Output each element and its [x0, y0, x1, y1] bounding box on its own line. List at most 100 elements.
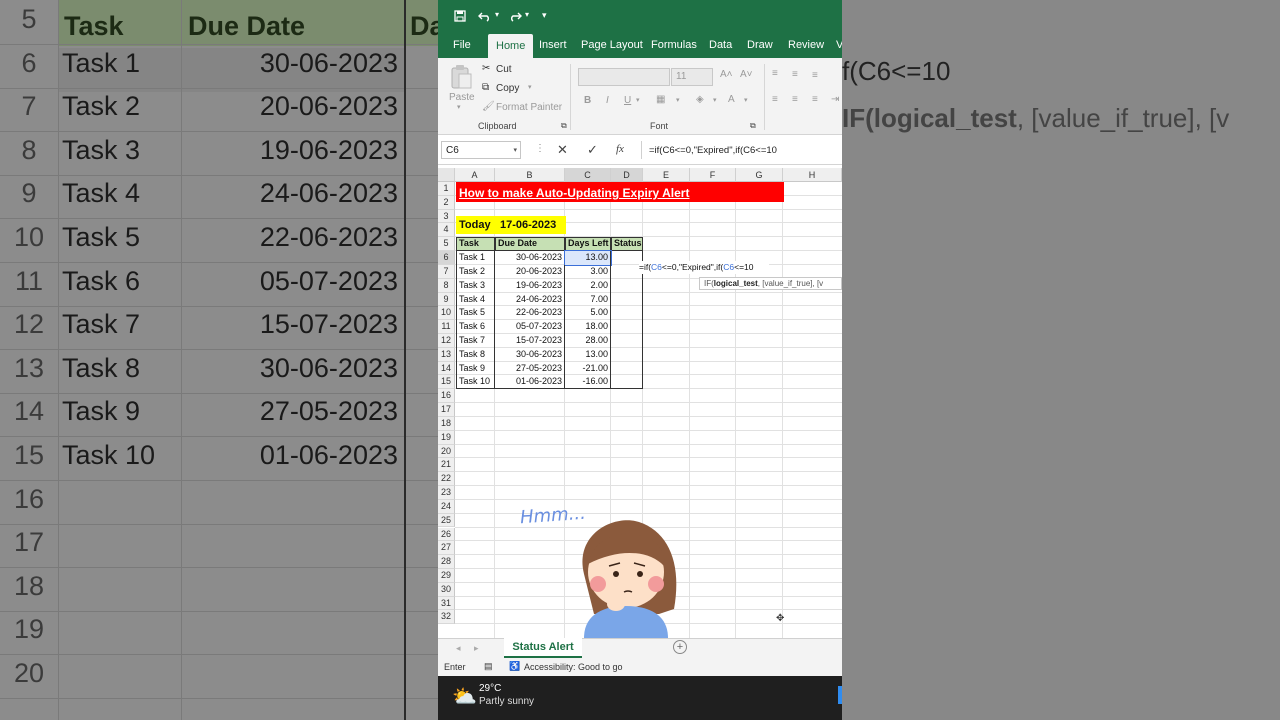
name-box[interactable]: C6 ▾	[441, 141, 521, 159]
task-name-cell[interactable]: Task 5	[456, 306, 495, 321]
cancel-entry-icon[interactable]: ✕	[557, 142, 568, 158]
days-left-cell[interactable]: 18.00	[565, 320, 611, 334]
redo-icon[interactable]	[508, 9, 522, 25]
status-cell[interactable]	[611, 320, 643, 334]
more-options-icon[interactable]: ⋮	[535, 143, 545, 154]
paste-dropdown-icon[interactable]: ▾	[457, 103, 461, 111]
due-date-cell[interactable]: 05-07-2023	[495, 320, 565, 334]
next-sheet-icon[interactable]: ▸	[474, 643, 479, 654]
cut-icon[interactable]: ✂	[482, 63, 490, 74]
table-header-cell[interactable]: Days Left	[565, 237, 611, 252]
italic-button[interactable]: I	[606, 95, 609, 106]
align-middle-icon[interactable]: ≡	[792, 69, 798, 80]
column-header-f[interactable]: F	[690, 168, 736, 182]
row-header-32[interactable]: 32	[438, 610, 455, 625]
status-cell[interactable]	[611, 292, 643, 307]
status-cell[interactable]	[611, 361, 643, 376]
row-header-30[interactable]: 30	[438, 582, 455, 597]
row-header-15[interactable]: 15	[438, 375, 455, 390]
macro-record-icon[interactable]: ▤	[484, 661, 493, 672]
task-name-cell[interactable]: Task 10	[456, 375, 495, 390]
borders-dropdown-icon[interactable]: ▾	[676, 96, 680, 104]
weather-icon[interactable]: ⛅	[452, 684, 477, 709]
row-header-19[interactable]: 19	[438, 430, 455, 445]
underline-button[interactable]: U	[624, 95, 631, 106]
underline-dropdown-icon[interactable]: ▾	[636, 96, 640, 104]
task-name-cell[interactable]: Task 8	[456, 347, 495, 362]
row-header-24[interactable]: 24	[438, 499, 455, 514]
days-left-cell[interactable]: 13.00	[565, 347, 611, 362]
tab-page-layout[interactable]: Page Layout	[581, 39, 643, 51]
days-left-cell[interactable]: 2.00	[565, 278, 611, 293]
sheet-tab-status-alert[interactable]: Status Alert	[504, 638, 582, 658]
row-header-26[interactable]: 26	[438, 527, 455, 542]
bold-button[interactable]: B	[584, 95, 591, 106]
due-date-cell[interactable]: 30-06-2023	[495, 251, 565, 265]
taskbar-app-indicator[interactable]	[838, 686, 842, 704]
prev-sheet-icon[interactable]: ◂	[456, 643, 461, 654]
align-left-icon[interactable]: ≡	[772, 94, 778, 105]
align-bottom-icon[interactable]: ≡	[812, 70, 818, 81]
fill-color-icon[interactable]: ◈	[696, 94, 704, 105]
select-all-corner[interactable]	[438, 168, 455, 182]
row-header-16[interactable]: 16	[438, 389, 455, 404]
due-date-cell[interactable]: 30-06-2023	[495, 347, 565, 362]
task-name-cell[interactable]: Task 2	[456, 264, 495, 279]
due-date-cell[interactable]: 01-06-2023	[495, 375, 565, 390]
save-icon[interactable]	[454, 9, 466, 25]
align-right-icon[interactable]: ≡	[812, 94, 818, 105]
borders-icon[interactable]: ▦	[656, 94, 665, 105]
row-header-11[interactable]: 11	[438, 320, 455, 334]
row-header-7[interactable]: 7	[438, 264, 455, 279]
tab-data[interactable]: Data	[709, 39, 732, 51]
status-cell[interactable]	[611, 278, 643, 293]
column-header-a[interactable]: A	[455, 168, 495, 182]
row-header-31[interactable]: 31	[438, 596, 455, 611]
due-date-cell[interactable]: 27-05-2023	[495, 361, 565, 376]
due-date-cell[interactable]: 19-06-2023	[495, 278, 565, 293]
font-color-icon[interactable]: A	[728, 94, 735, 105]
task-name-cell[interactable]: Task 6	[456, 320, 495, 334]
confirm-entry-icon[interactable]: ✓	[587, 142, 598, 158]
title-cell[interactable]: How to make Auto-Updating Expiry Alert	[456, 182, 784, 202]
column-header-b[interactable]: B	[495, 168, 565, 182]
task-name-cell[interactable]: Task 7	[456, 334, 495, 348]
accessibility-icon[interactable]: ♿	[509, 661, 520, 672]
indent-icon[interactable]: ⇥	[831, 94, 839, 105]
status-cell[interactable]	[611, 306, 643, 321]
undo-icon[interactable]	[478, 9, 492, 25]
task-name-cell[interactable]: Task 1	[456, 251, 495, 265]
redo-dropdown-icon[interactable]: ▾	[525, 10, 529, 19]
name-box-dropdown-icon[interactable]: ▾	[513, 142, 517, 160]
days-left-cell[interactable]: 5.00	[565, 306, 611, 321]
row-header-18[interactable]: 18	[438, 416, 455, 431]
row-header-20[interactable]: 20	[438, 444, 455, 459]
row-header-6[interactable]: 6	[438, 251, 455, 265]
font-color-dropdown-icon[interactable]: ▾	[744, 96, 748, 104]
row-header-12[interactable]: 12	[438, 334, 455, 348]
row-header-14[interactable]: 14	[438, 361, 455, 376]
add-sheet-icon[interactable]: +	[673, 640, 687, 654]
active-cell-editor[interactable]: =if(C6<=0,"Expired",if(C6<=10	[639, 261, 769, 274]
tab-insert[interactable]: Insert	[539, 39, 567, 51]
due-date-cell[interactable]: 22-06-2023	[495, 306, 565, 321]
status-cell[interactable]	[611, 375, 643, 390]
tab-draw[interactable]: Draw	[747, 39, 773, 51]
days-left-cell[interactable]: 7.00	[565, 292, 611, 307]
column-header-e[interactable]: E	[643, 168, 690, 182]
tab-home[interactable]: Home	[488, 34, 534, 58]
accessibility-status[interactable]: Accessibility: Good to go	[524, 662, 623, 672]
row-header-17[interactable]: 17	[438, 403, 455, 417]
font-launcher-icon[interactable]: ⧉	[750, 121, 756, 131]
row-header-29[interactable]: 29	[438, 568, 455, 583]
row-header-1[interactable]: 1	[438, 182, 455, 196]
tab-formulas[interactable]: Formulas	[651, 39, 697, 51]
row-header-21[interactable]: 21	[438, 458, 455, 473]
paste-label[interactable]: Paste	[449, 92, 475, 103]
copy-button[interactable]: Copy	[496, 83, 519, 94]
due-date-cell[interactable]: 15-07-2023	[495, 334, 565, 348]
paste-icon[interactable]	[450, 64, 472, 95]
due-date-cell[interactable]: 24-06-2023	[495, 292, 565, 307]
row-header-28[interactable]: 28	[438, 555, 455, 569]
status-cell[interactable]	[611, 334, 643, 348]
